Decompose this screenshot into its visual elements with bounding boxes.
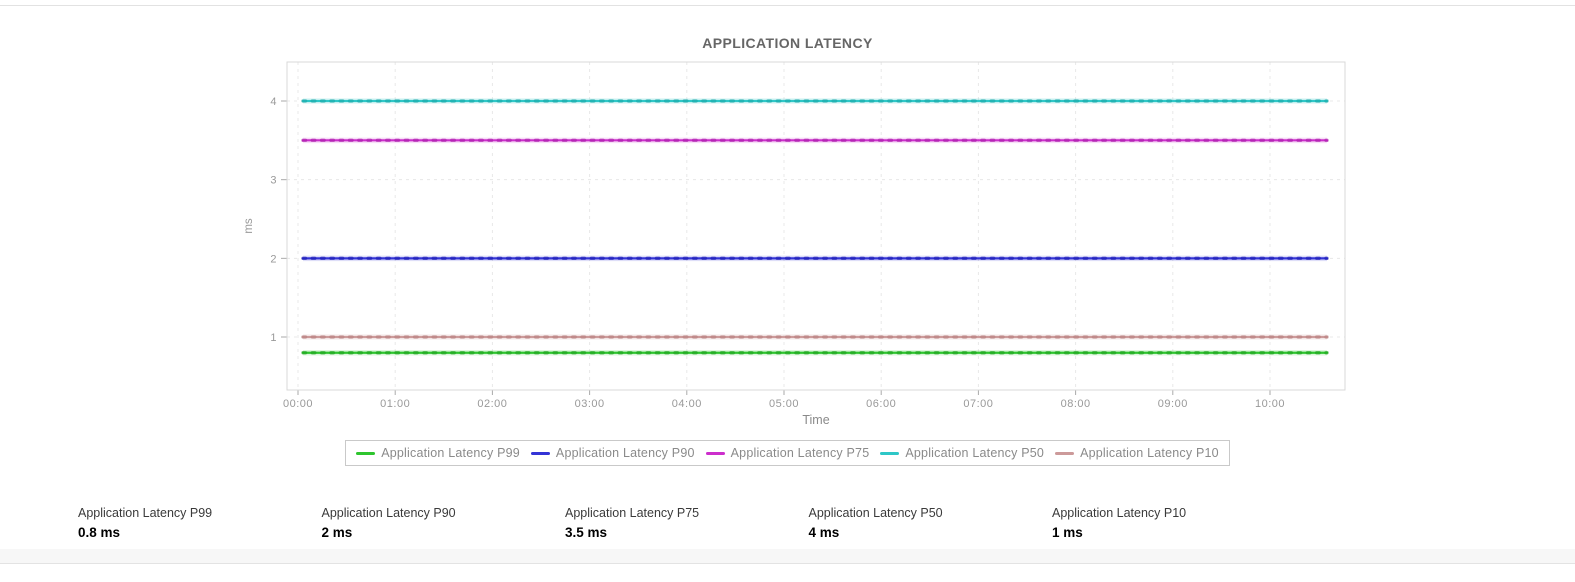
chart-legend: Application Latency P99 Application Laten…	[345, 440, 1230, 466]
x-axis-title: Time	[802, 413, 829, 427]
stat-label: Application Latency P99	[78, 506, 213, 520]
legend-item-p10[interactable]: Application Latency P10	[1055, 446, 1219, 460]
latency-line-chart: 00:00 01:00 02:00 03:00 04:00 05:00 06:00 07:00…	[243, 61, 1346, 427]
y-tick-label: 4	[270, 96, 277, 108]
legend-swatch-p90	[530, 451, 550, 455]
series-lines	[301, 98, 1329, 356]
legend-swatch-p50	[880, 451, 900, 455]
y-tick-label: 1	[270, 332, 277, 344]
stat-label: Application Latency P75	[565, 506, 700, 520]
legend-label: Application Latency P50	[905, 446, 1045, 460]
y-tick-label: 2	[270, 253, 277, 265]
stat-value: 2 ms	[321, 525, 353, 540]
legend-swatch-p75	[705, 451, 725, 455]
legend-label: Application Latency P90	[555, 446, 695, 460]
stat-value: 0.8 ms	[78, 525, 121, 540]
stat-p99: Application Latency P99 0.8 ms	[78, 506, 322, 540]
stat-value: 1 ms	[1052, 525, 1083, 540]
stat-value: 4 ms	[808, 525, 840, 540]
axis-ticks	[281, 61, 1346, 395]
bottom-divider	[0, 549, 1575, 564]
legend-item-p75[interactable]: Application Latency P75	[705, 446, 870, 460]
x-tick-label: 06:00	[866, 398, 896, 410]
legend-item-p50[interactable]: Application Latency P50	[880, 446, 1044, 460]
axis-labels: 00:00 01:00 02:00 03:00 04:00 05:00 06:00 07:00…	[243, 96, 1285, 427]
legend-swatch-p99	[356, 451, 376, 455]
x-tick-label: 07:00	[963, 398, 993, 410]
legend-swatch-p10	[1055, 451, 1075, 455]
gridlines	[287, 62, 1345, 390]
stat-p90: Application Latency P90 2 ms	[322, 506, 566, 540]
stat-label: Application Latency P50	[808, 506, 943, 520]
legend-row: Application Latency P99 Application Laten…	[0, 440, 1575, 466]
legend-label: Application Latency P99	[381, 446, 520, 460]
x-tick-label: 03:00	[575, 398, 605, 410]
plot-border	[286, 61, 1346, 391]
stat-label: Application Latency P10	[1052, 506, 1187, 520]
stat-p75: Application Latency P75 3.5 ms	[565, 506, 809, 540]
y-axis-title: ms	[243, 218, 255, 234]
stat-p10: Application Latency P10 1 ms	[1052, 506, 1296, 540]
x-tick-label: 01:00	[380, 398, 410, 410]
x-tick-label: 09:00	[1158, 398, 1188, 410]
stat-value: 3.5 ms	[565, 525, 608, 540]
x-tick-label: 04:00	[672, 398, 702, 410]
y-tick-label: 3	[270, 175, 277, 187]
stats-row: Application Latency P99 0.8 ms Application…	[78, 506, 1296, 540]
x-tick-label: 05:00	[769, 398, 799, 410]
legend-item-p99[interactable]: Application Latency P99	[356, 446, 520, 460]
x-tick-label: 02:00	[477, 398, 507, 410]
stat-label: Application Latency P90	[321, 506, 456, 520]
legend-label: Application Latency P10	[1080, 446, 1219, 460]
x-tick-label: 00:00	[283, 398, 313, 410]
legend-item-p90[interactable]: Application Latency P90	[530, 446, 695, 460]
x-tick-label: 08:00	[1061, 398, 1091, 410]
stat-p50: Application Latency P50 4 ms	[809, 506, 1053, 540]
legend-label: Application Latency P75	[730, 446, 870, 460]
x-tick-label: 10:00	[1255, 398, 1285, 410]
